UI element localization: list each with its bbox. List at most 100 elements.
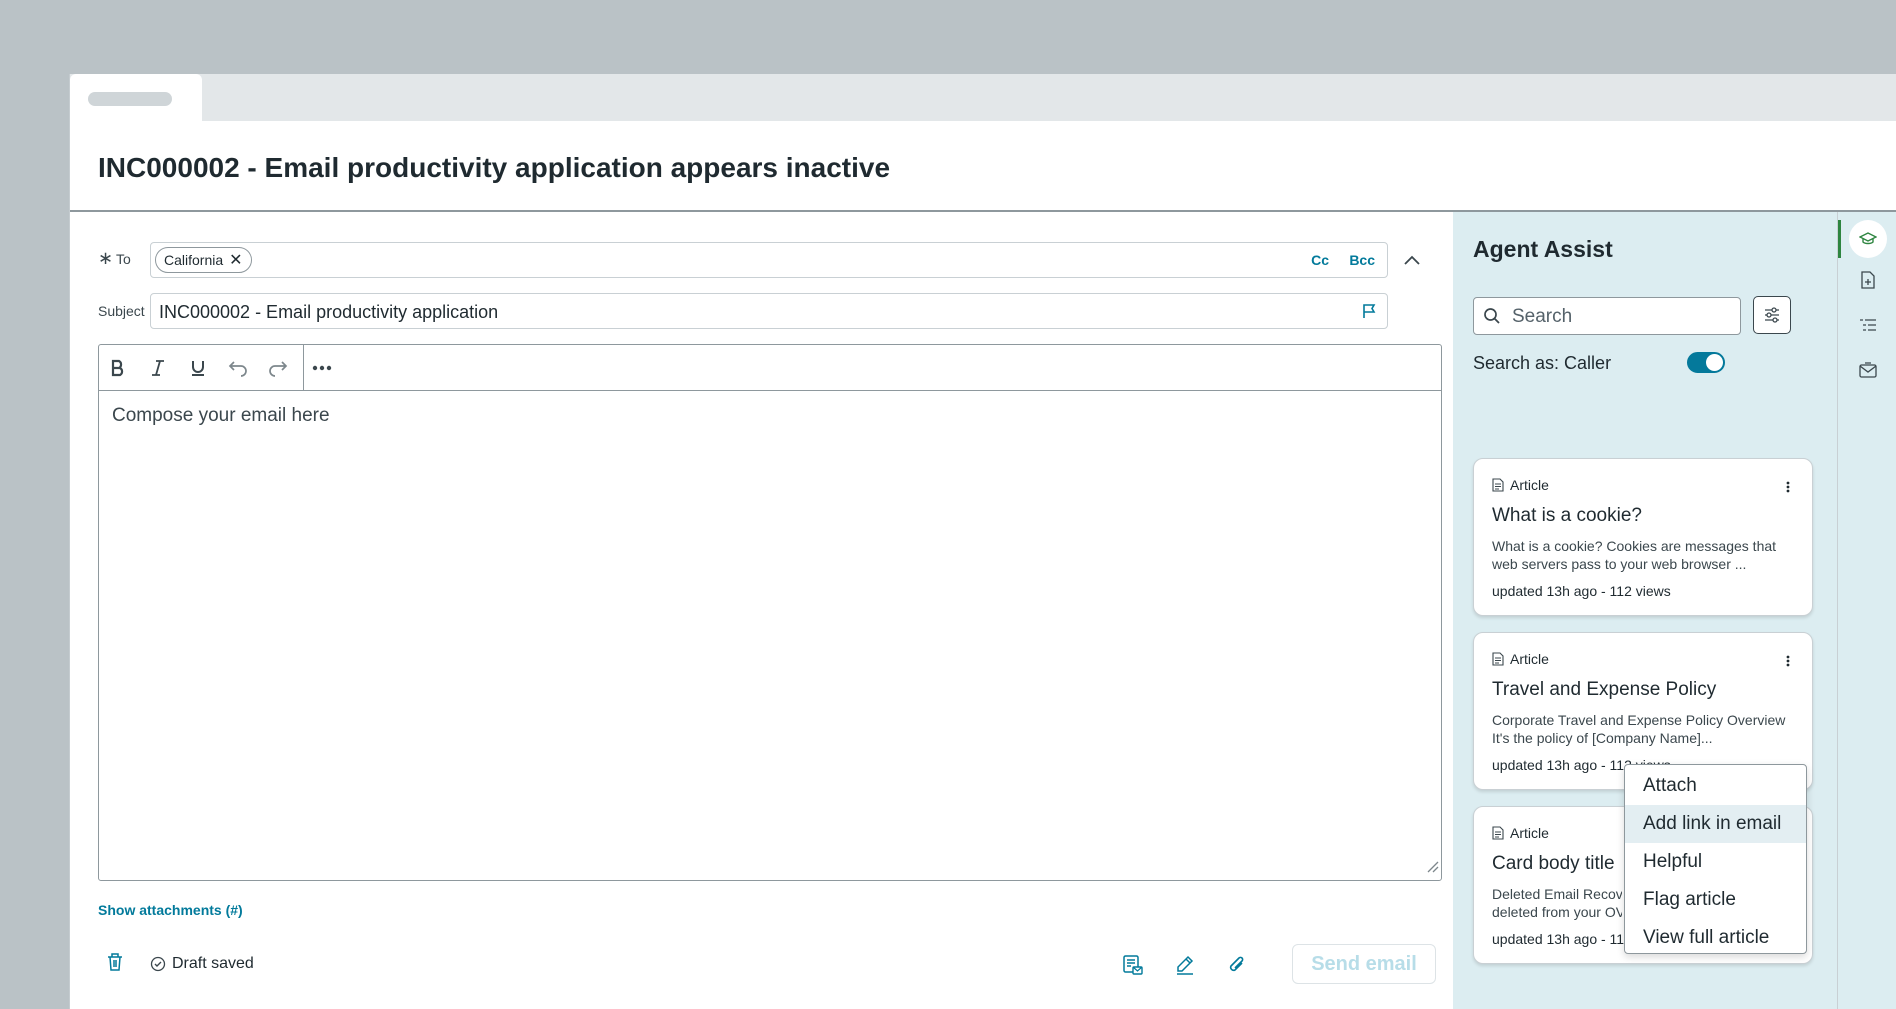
subject-label: Subject — [98, 303, 145, 319]
signature-button[interactable] — [1172, 952, 1198, 978]
redo-button[interactable] — [265, 355, 291, 381]
template-icon — [1123, 955, 1143, 975]
card-meta: updated 13h ago - 11 — [1492, 931, 1625, 947]
search-input[interactable]: Search — [1473, 297, 1741, 335]
card-title[interactable]: Travel and Expense Policy — [1492, 679, 1716, 701]
rail-document-button[interactable] — [1852, 264, 1884, 296]
paperclip-icon — [1229, 956, 1244, 972]
card-type: Article — [1492, 825, 1549, 841]
compose-footer: Draft saved Send email — [98, 940, 1442, 988]
rail-active-indicator — [1838, 220, 1841, 258]
italic-button[interactable] — [145, 355, 171, 381]
menu-item-helpful[interactable]: Helpful — [1625, 843, 1806, 881]
required-asterisk: ∗ — [98, 248, 114, 268]
card-description-line: web servers pass to your web browser ... — [1492, 556, 1747, 572]
menu-item-attach[interactable]: Attach — [1625, 767, 1806, 805]
card-more-button[interactable] — [1778, 651, 1798, 671]
document-icon — [1492, 826, 1504, 840]
underline-button[interactable] — [185, 355, 211, 381]
rail-list-button[interactable] — [1852, 309, 1884, 341]
document-icon — [1492, 652, 1504, 666]
list-icon — [1860, 319, 1876, 331]
document-icon — [1492, 478, 1504, 492]
card-description: Deleted Email Recove deleted from your O… — [1492, 885, 1622, 921]
insert-template-button[interactable] — [1120, 952, 1146, 978]
draft-status: Draft saved — [150, 955, 254, 973]
tab-bar — [70, 74, 1896, 121]
undo-icon — [228, 361, 247, 377]
search-placeholder: Search — [1512, 306, 1573, 327]
agent-assist-title: Agent Assist — [1473, 236, 1613, 262]
card-description-line: Corporate Travel and Expense Policy Over… — [1492, 712, 1786, 728]
card-description-line: Deleted Email Recove — [1492, 886, 1622, 902]
send-email-button[interactable]: Send email — [1292, 944, 1436, 984]
card-type-label: Article — [1510, 477, 1549, 493]
show-attachments-link[interactable]: Show attachments (#) — [98, 902, 243, 918]
menu-item-add-link[interactable]: Add link in email — [1625, 805, 1806, 843]
card-description-line: It's the policy of [Company Name]... — [1492, 730, 1713, 746]
tab-label-placeholder — [88, 92, 172, 106]
chevron-up-icon — [1404, 255, 1420, 265]
toggle-knob — [1706, 354, 1723, 371]
italic-icon — [152, 360, 164, 376]
redo-icon — [269, 361, 288, 377]
recipient-chip-label: California — [164, 252, 224, 268]
card-description: What is a cookie? Cookies are messages t… — [1492, 537, 1792, 573]
draft-status-text: Draft saved — [172, 955, 254, 972]
bold-button[interactable] — [105, 355, 131, 381]
bcc-button[interactable]: Bcc — [1349, 252, 1375, 268]
check-circle-icon — [150, 956, 166, 972]
undo-button[interactable] — [225, 355, 251, 381]
search-as-toggle[interactable] — [1687, 352, 1725, 373]
remove-recipient-icon[interactable]: ✕ — [229, 250, 242, 270]
article-card[interactable]: Article What is a cookie? What is a cook… — [1473, 458, 1813, 616]
kebab-icon — [1786, 655, 1790, 667]
editor-toolbar — [99, 345, 1441, 391]
toolbar-divider — [303, 345, 304, 391]
recipient-chip[interactable]: California ✕ — [155, 247, 252, 273]
underline-icon — [192, 361, 204, 376]
document-add-icon — [1861, 271, 1875, 289]
card-actions-menu: Attach Add link in email Helpful Flag ar… — [1624, 764, 1807, 954]
cc-button[interactable]: Cc — [1311, 252, 1329, 268]
card-description-line: What is a cookie? Cookies are messages t… — [1492, 538, 1777, 554]
flag-icon[interactable] — [1361, 303, 1377, 324]
subject-row: Subject INC000002 - Email productivity a… — [98, 293, 1388, 329]
to-row: ∗ To California ✕ Cc Bcc — [98, 242, 1388, 278]
right-rail — [1837, 212, 1896, 1009]
menu-item-view-full-article[interactable]: View full article — [1625, 919, 1806, 957]
search-icon — [1484, 308, 1500, 324]
trash-icon — [108, 953, 122, 971]
search-filter-button[interactable] — [1753, 296, 1791, 334]
graduation-cap-icon — [1859, 232, 1877, 245]
rail-mail-button[interactable] — [1852, 354, 1884, 386]
card-type-label: Article — [1510, 825, 1549, 841]
attach-file-button[interactable] — [1224, 952, 1250, 978]
subject-field[interactable]: INC000002 - Email productivity applicati… — [150, 293, 1388, 329]
card-description-line: deleted from your OV — [1492, 904, 1622, 920]
ellipsis-icon — [312, 365, 332, 371]
card-type-label: Article — [1510, 651, 1549, 667]
pen-icon — [1177, 955, 1194, 975]
collapse-header-button[interactable] — [1397, 242, 1427, 278]
resize-handle-icon[interactable] — [1425, 859, 1439, 878]
more-options-button[interactable] — [309, 355, 335, 381]
rail-agent-assist-button[interactable] — [1849, 220, 1887, 258]
card-type: Article — [1492, 477, 1549, 493]
email-editor: Compose your email here — [98, 344, 1442, 881]
app-window: INC000002 - Email productivity applicati… — [69, 74, 1896, 1009]
to-field[interactable]: California ✕ Cc Bcc — [150, 242, 1388, 278]
menu-item-flag-article[interactable]: Flag article — [1625, 881, 1806, 919]
page-title: INC000002 - Email productivity applicati… — [98, 152, 891, 183]
card-title[interactable]: What is a cookie? — [1492, 505, 1642, 527]
delete-draft-button[interactable] — [106, 952, 124, 977]
search-as-label: Search as: Caller — [1473, 353, 1612, 373]
card-more-button[interactable] — [1778, 477, 1798, 497]
card-title[interactable]: Card body title — [1492, 853, 1615, 875]
subject-value: INC000002 - Email productivity applicati… — [159, 302, 499, 322]
tab-active[interactable] — [70, 74, 202, 121]
bold-icon — [111, 359, 124, 377]
card-description: Corporate Travel and Expense Policy Over… — [1492, 711, 1792, 747]
card-type: Article — [1492, 651, 1549, 667]
email-body-placeholder[interactable]: Compose your email here — [112, 405, 330, 427]
